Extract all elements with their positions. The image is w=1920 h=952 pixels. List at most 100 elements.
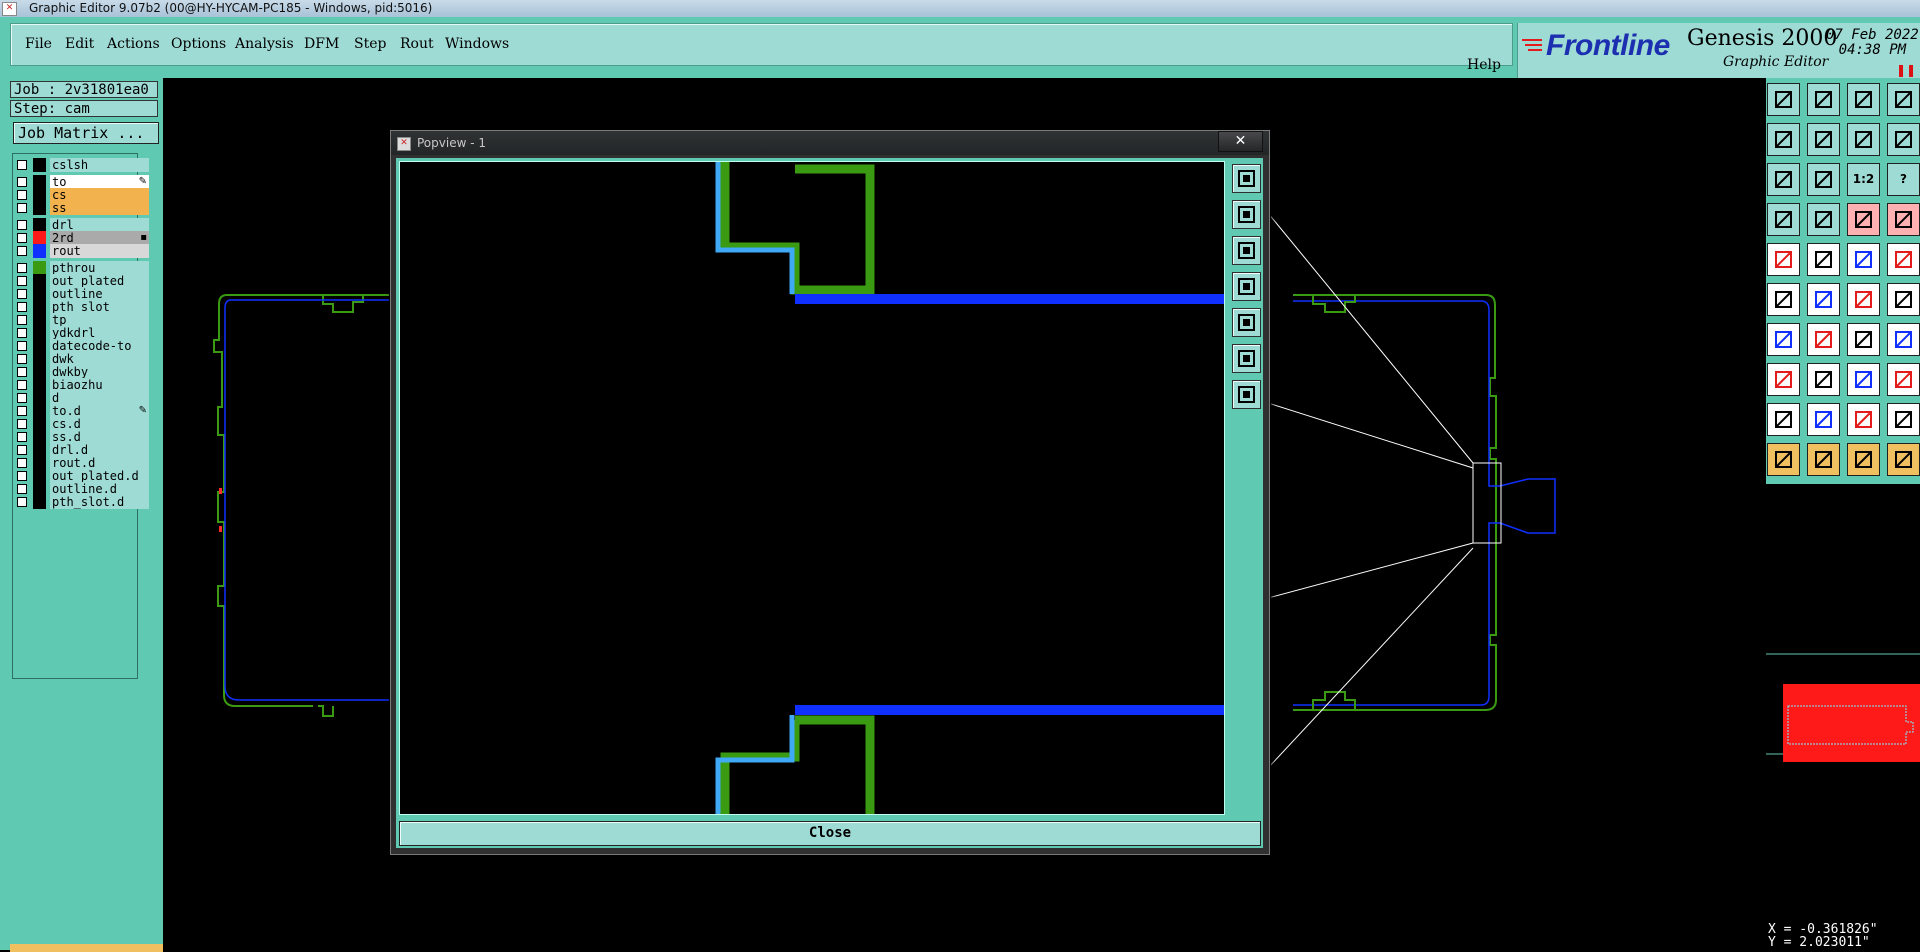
pad-icon[interactable] [1887, 243, 1920, 276]
layer-name[interactable]: dwk [50, 352, 149, 366]
popview-title-bar[interactable]: ✕ Popview - 1 ✕ [391, 131, 1269, 155]
layer-row-rout[interactable]: rout [17, 244, 149, 258]
layer-checkbox[interactable] [17, 233, 27, 243]
layer-color-swatch[interactable] [33, 430, 46, 444]
layer-color-swatch[interactable] [33, 175, 46, 189]
layer-row-drl[interactable]: drl [17, 218, 149, 232]
layer-name[interactable]: datecode-to [50, 339, 149, 353]
pointer-box-icon[interactable] [1847, 443, 1880, 476]
layer-color-swatch[interactable] [33, 482, 46, 496]
delete-node-icon[interactable] [1807, 283, 1840, 316]
query-icon[interactable]: ? [1887, 163, 1920, 196]
layer-color-swatch[interactable] [33, 443, 46, 457]
shape-icon[interactable] [1887, 363, 1920, 396]
layer-color-swatch[interactable] [33, 201, 46, 215]
menu-dfm[interactable]: DFM [304, 36, 339, 52]
layer-name[interactable]: drl.d [50, 443, 149, 457]
layer-color-swatch[interactable] [33, 404, 46, 418]
job-name-field[interactable]: Job : 2v31801ea0 [10, 81, 158, 98]
layer-row-ydkdrl[interactable]: ydkdrl [17, 326, 149, 340]
layer-row-drl-d[interactable]: drl.d [17, 443, 149, 457]
overview-minimap[interactable] [1766, 483, 1920, 924]
layer-color-swatch[interactable] [33, 244, 46, 258]
layer-color-swatch[interactable] [33, 188, 46, 202]
scale-icon[interactable]: 1:2 [1847, 163, 1880, 196]
layer-checkbox[interactable] [17, 419, 27, 429]
layer-name[interactable]: outline.d [50, 482, 149, 496]
layer-row-dwk[interactable]: dwk [17, 352, 149, 366]
peak-icon[interactable] [1847, 403, 1880, 436]
dimension-icon[interactable] [1847, 363, 1880, 396]
zoom-area-icon[interactable] [1807, 243, 1840, 276]
layer-checkbox[interactable] [17, 484, 27, 494]
layer-name[interactable]: drl [50, 218, 149, 232]
layer-row-cs[interactable]: cs [17, 188, 149, 202]
layer-checkbox[interactable] [17, 328, 27, 338]
layer-color-swatch[interactable] [33, 261, 46, 275]
layer-name[interactable]: pthrou [50, 261, 149, 275]
route-icon[interactable] [1767, 363, 1800, 396]
layer-color-swatch[interactable] [33, 391, 46, 405]
pointer-icon[interactable] [1767, 443, 1800, 476]
split-icon[interactable] [1887, 83, 1920, 116]
layer-checkbox[interactable] [17, 220, 27, 230]
layer-row-tp[interactable]: tp [17, 313, 149, 327]
layer-color-swatch[interactable] [33, 352, 46, 366]
layer-color-swatch[interactable] [33, 158, 46, 172]
snap-icon[interactable] [1767, 203, 1800, 236]
move-right-icon[interactable] [1807, 123, 1840, 156]
layer-checkbox[interactable] [17, 263, 27, 273]
layer-row-2rd[interactable]: 2rd ▪ [17, 231, 149, 245]
layer-color-swatch[interactable] [33, 339, 46, 353]
layer-color-swatch[interactable] [33, 287, 46, 301]
measure-icon[interactable] [1807, 203, 1840, 236]
layer-checkbox[interactable] [17, 471, 27, 481]
menu-analysis[interactable]: Analysis [235, 36, 294, 52]
layer-color-swatch[interactable] [33, 365, 46, 379]
menu-actions[interactable]: Actions [107, 36, 160, 52]
layer-checkbox[interactable] [17, 458, 27, 468]
menu-windows[interactable]: Windows [445, 36, 509, 52]
layer-checkbox[interactable] [17, 190, 27, 200]
layer-checkbox[interactable] [17, 177, 27, 187]
line-icon[interactable] [1807, 323, 1840, 356]
layer-name[interactable]: outline [50, 287, 149, 301]
layer-color-swatch[interactable] [33, 300, 46, 314]
layer-name[interactable]: cslsh [50, 158, 149, 172]
layer-color-swatch[interactable] [33, 417, 46, 431]
layer-row-to[interactable]: to ✎ [17, 175, 149, 189]
angle-icon[interactable] [1767, 323, 1800, 356]
home-icon[interactable] [1847, 83, 1880, 116]
text-icon[interactable] [1887, 323, 1920, 356]
layer-checkbox[interactable] [17, 393, 27, 403]
layer-color-swatch[interactable] [33, 313, 46, 327]
zoom-window-icon[interactable] [1232, 164, 1261, 193]
fit-home-icon[interactable] [1232, 344, 1261, 373]
menu-file[interactable]: File [25, 36, 52, 52]
menu-step[interactable]: Step [354, 36, 386, 52]
layer-checkbox[interactable] [17, 302, 27, 312]
layer-name[interactable]: pth_slot [50, 300, 149, 314]
pan-up-icon[interactable] [1232, 200, 1261, 229]
layer-checkbox[interactable] [17, 276, 27, 286]
layer-row-datecode-to[interactable]: datecode-to [17, 339, 149, 353]
slope-icon[interactable] [1887, 403, 1920, 436]
layer-checkbox[interactable] [17, 315, 27, 325]
layer-color-swatch[interactable] [33, 326, 46, 340]
menu-rout[interactable]: Rout [400, 36, 434, 52]
layer-name[interactable]: cs [50, 188, 149, 202]
layer-checkbox[interactable] [17, 203, 27, 213]
layer-name[interactable]: 2rd ▪ [50, 231, 149, 245]
close-icon[interactable]: ✕ [1218, 131, 1263, 152]
layer-name[interactable]: dwkby [50, 365, 149, 379]
layer-color-swatch[interactable] [33, 378, 46, 392]
layer-row-outline-d[interactable]: outline.d [17, 482, 149, 496]
layer-name[interactable]: tp [50, 313, 149, 327]
layer-row-pth-slot[interactable]: pth_slot [17, 300, 149, 314]
export-icon[interactable] [1807, 83, 1840, 116]
layer-row-cs-d[interactable]: cs.d [17, 417, 149, 431]
layer-name[interactable]: to.d ✎ [50, 404, 149, 418]
layer-checkbox[interactable] [17, 380, 27, 390]
layer-row-pth-slot-d[interactable]: pth_slot.d [17, 495, 149, 509]
pause-icon[interactable]: ❚❚ [1896, 63, 1916, 77]
